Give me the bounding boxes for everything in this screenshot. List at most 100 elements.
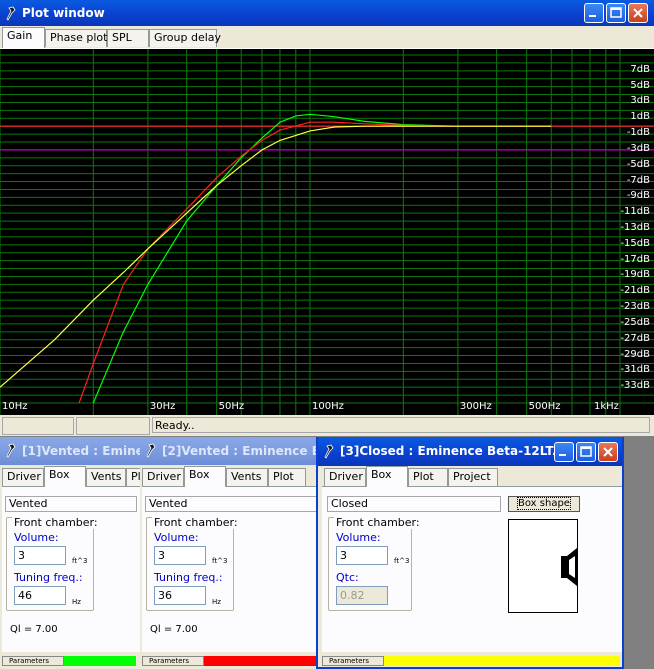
box-window-2-titlebar[interactable]: [2]Vented : Eminence Beta-12LTA xyxy=(140,437,320,465)
y-tick-label: -17dB xyxy=(620,253,650,265)
minimize-button[interactable] xyxy=(584,3,604,23)
y-tick-label: 3dB xyxy=(630,95,650,107)
status-panel-2 xyxy=(76,417,150,435)
tuning-freq-input[interactable]: 46 xyxy=(14,586,66,605)
tab-phase-plot[interactable]: Phase plot xyxy=(45,29,107,47)
box-type-field: Closed xyxy=(327,496,501,512)
status-bar: Ready.. xyxy=(0,416,654,436)
front-chamber-label: Front chamber: xyxy=(12,516,100,529)
maximize-button[interactable] xyxy=(576,442,596,462)
tab-vents[interactable]: Vents xyxy=(226,468,268,486)
volume-unit: ft^3 xyxy=(212,557,228,565)
y-tick-label: -7dB xyxy=(626,174,650,186)
y-tick-label: -25dB xyxy=(620,316,650,328)
box-1-tab-page: Vented Front chamber: Volume: 3 ft^3 Tun… xyxy=(2,486,140,652)
tab-plot[interactable]: Plot xyxy=(126,468,140,486)
x-tick-label: 30Hz xyxy=(149,401,176,412)
volume-label: Volume: xyxy=(154,531,199,544)
tuning-freq-label: Tuning freq.: xyxy=(154,571,223,584)
close-button[interactable] xyxy=(628,3,648,23)
tab-spl[interactable]: SPL xyxy=(107,29,149,47)
y-tick-label: -3dB xyxy=(626,142,650,154)
maximize-icon xyxy=(580,446,592,457)
box-window-1-titlebar[interactable]: [1]Vented : Eminence Beta-12LTA xyxy=(0,437,140,465)
tab-gain[interactable]: Gain xyxy=(2,27,45,48)
box-shape-button[interactable]: Box shape xyxy=(508,496,580,512)
box-2-tab-page: Vented Front chamber: Volume: 3 ft^3 Tun… xyxy=(142,486,318,652)
y-tick-label: -23dB xyxy=(620,301,650,313)
parameters-button[interactable]: Parameters xyxy=(142,656,204,666)
tab-vents[interactable]: Vents xyxy=(86,468,126,486)
maximize-button[interactable] xyxy=(606,3,626,23)
box-2-tab-strip: Driver Box Vents Plot xyxy=(142,466,320,487)
front-chamber-label: Front chamber: xyxy=(334,516,422,529)
volume-label: Volume: xyxy=(336,531,381,544)
x-tick-label: 500Hz xyxy=(528,401,561,412)
qtc-input[interactable]: 0.82 xyxy=(336,586,388,605)
series-line-2 xyxy=(78,121,552,404)
y-tick-label: -15dB xyxy=(620,237,650,249)
tab-plot[interactable]: Plot xyxy=(268,468,306,486)
ql-value: Ql = 7.00 xyxy=(150,624,198,635)
box-shape-preview xyxy=(508,519,578,613)
box-window-3: [3]Closed : Eminence Beta-12LTA Driver B… xyxy=(316,437,624,669)
tab-driver[interactable]: Driver xyxy=(324,468,366,486)
qtc-label: Qtc: xyxy=(336,571,359,584)
window-title: [1]Vented : Eminence Beta-12LTA xyxy=(22,444,140,458)
y-tick-label: -11dB xyxy=(620,206,650,218)
tab-driver[interactable]: Driver xyxy=(2,468,44,486)
window-title: [3]Closed : Eminence Beta-12LTA xyxy=(340,444,562,458)
app-icon xyxy=(324,444,334,459)
ql-value: Ql = 7.00 xyxy=(10,624,58,635)
window-title: Plot window xyxy=(22,6,105,20)
tab-box[interactable]: Box xyxy=(44,466,86,487)
y-tick-label: 1dB xyxy=(630,111,650,123)
close-button[interactable] xyxy=(598,442,618,462)
y-tick-label: -1dB xyxy=(626,127,650,139)
tuning-freq-unit: Hz xyxy=(72,598,81,606)
volume-unit: ft^3 xyxy=(72,557,88,565)
tuning-freq-label: Tuning freq.: xyxy=(14,571,83,584)
x-tick-label: 1kHz xyxy=(594,401,619,412)
gain-chart-svg xyxy=(0,49,654,415)
y-tick-label: -5dB xyxy=(626,158,650,170)
parameters-button[interactable]: Parameters xyxy=(2,656,64,666)
series-color-swatch xyxy=(64,656,136,666)
plot-tabs: Gain Phase plot SPL Group delay xyxy=(2,27,262,48)
parameters-button[interactable]: Parameters xyxy=(322,656,384,666)
x-tick-label: 300Hz xyxy=(459,401,492,412)
volume-input[interactable]: 3 xyxy=(154,546,206,565)
x-tick-label: 50Hz xyxy=(218,401,245,412)
app-icon xyxy=(146,443,156,458)
y-tick-label: -9dB xyxy=(626,190,650,202)
tab-box[interactable]: Box xyxy=(366,466,408,487)
x-tick-label: 10Hz xyxy=(2,401,28,412)
close-icon xyxy=(603,447,613,457)
box-window-2: [2]Vented : Eminence Beta-12LTA Driver B… xyxy=(140,437,320,669)
window-title: [2]Vented : Eminence Beta-12LTA xyxy=(162,444,320,458)
box-type-field: Vented xyxy=(145,496,317,512)
tuning-freq-input[interactable]: 36 xyxy=(154,586,206,605)
gain-chart[interactable]: 10Hz 30Hz 50Hz 100Hz 300Hz 500Hz 1kHz 7dB 5dB 3dB… xyxy=(0,48,654,415)
y-tick-label: -31dB xyxy=(620,364,650,376)
app-icon xyxy=(6,6,16,21)
maximize-icon xyxy=(610,7,622,18)
x-tick-label: 100Hz xyxy=(312,401,344,412)
volume-input[interactable]: 3 xyxy=(14,546,66,565)
tab-box[interactable]: Box xyxy=(184,466,226,487)
close-icon xyxy=(633,8,643,18)
box-window-1: [1]Vented : Eminence Beta-12LTA Driver B… xyxy=(0,437,140,669)
series-color-swatch xyxy=(204,656,318,666)
plot-window-titlebar[interactable]: Plot window xyxy=(0,0,654,26)
volume-input[interactable]: 3 xyxy=(336,546,388,565)
volume-label: Volume: xyxy=(14,531,59,544)
tab-project[interactable]: Project xyxy=(448,468,498,486)
minimize-button[interactable] xyxy=(554,442,574,462)
box-type-field: Vented xyxy=(5,496,137,512)
y-tick-label: -19dB xyxy=(620,269,650,281)
tab-group-delay[interactable]: Group delay xyxy=(149,29,221,47)
minimize-icon xyxy=(559,454,566,456)
plot-window: Plot window Gain Phase plot SPL Group de… xyxy=(0,0,654,436)
tab-driver[interactable]: Driver xyxy=(142,468,184,486)
tab-plot[interactable]: Plot xyxy=(408,468,448,486)
